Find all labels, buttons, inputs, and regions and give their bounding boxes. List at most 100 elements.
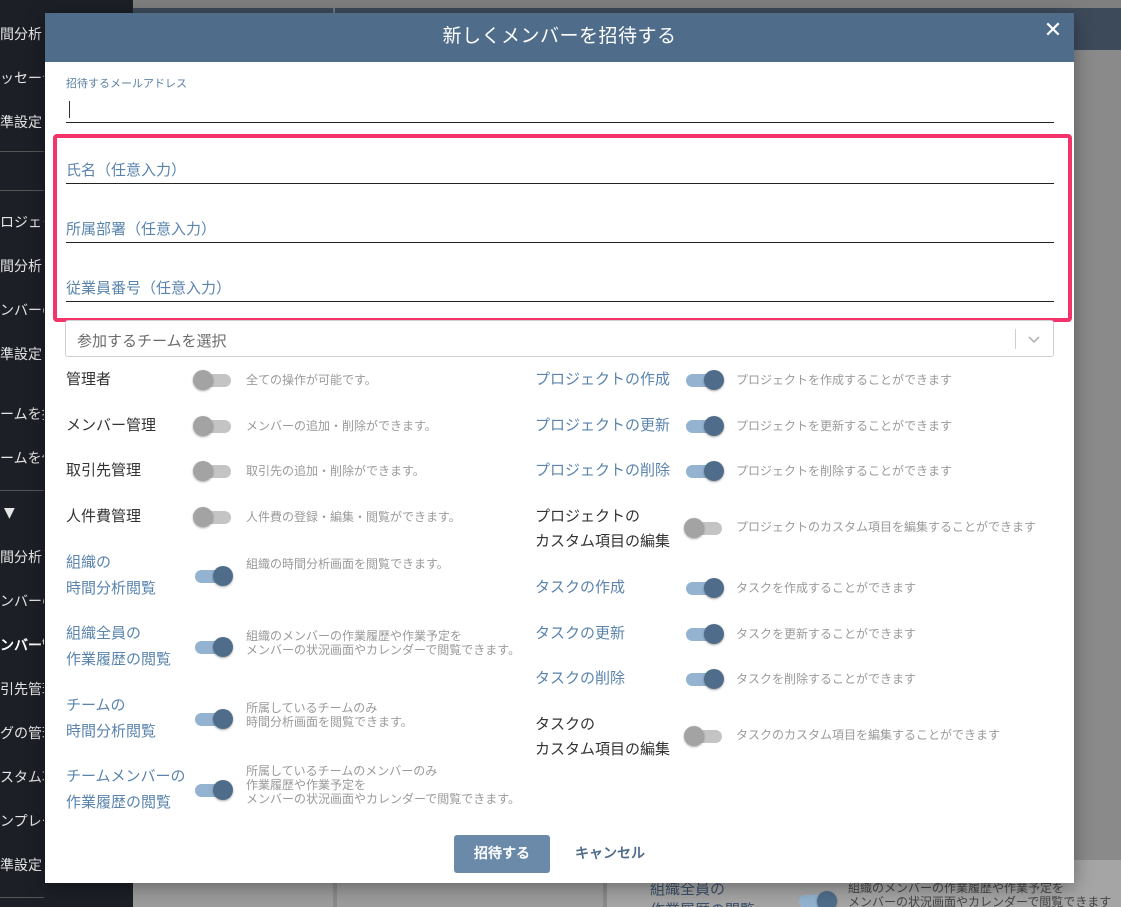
permission-description: タスクを更新することができます — [736, 627, 917, 641]
select-separator — [1015, 329, 1016, 349]
permission-description: 組織の時間分析画面を閲覧できます。 — [246, 557, 449, 571]
permission-toggle[interactable] — [684, 668, 724, 690]
permission-toggle[interactable] — [684, 623, 724, 645]
permission-description: タスクを削除することができます — [736, 672, 917, 686]
sidebar-item[interactable]: ▼ — [4, 505, 48, 521]
permission-description: タスクを作成することができます — [736, 581, 917, 595]
permission-toggle[interactable] — [193, 565, 233, 587]
permission-description: 人件費の登録・編集・閲覧ができます。 — [246, 510, 461, 524]
sidebar-divider — [0, 490, 44, 491]
permission-label: 取引先管理 — [66, 461, 142, 479]
toggle-knob — [193, 416, 213, 436]
sidebar-item[interactable]: 準設定 — [0, 112, 44, 132]
cancel-button[interactable]: キャンセル — [565, 835, 655, 873]
permission-toggle[interactable] — [193, 779, 233, 801]
sidebar-item[interactable]: 準設定 — [0, 344, 44, 364]
sidebar-divider — [0, 897, 44, 898]
chevron-down-icon[interactable] — [1025, 330, 1043, 348]
employee-number-input[interactable] — [66, 274, 1054, 302]
team-select[interactable]: 参加するチームを選択 — [65, 320, 1054, 357]
permission-label: タスクの — [535, 715, 596, 733]
permission-description: メンバーの状況画面やカレンダーで閲覧できます。 — [246, 792, 521, 806]
permission-toggle[interactable] — [193, 369, 233, 391]
text-caret — [69, 101, 70, 118]
permission-description: 組織のメンバーの作業履歴や作業予定を — [246, 629, 463, 643]
permission-label: タスクの更新 — [535, 624, 626, 642]
sidebar-item[interactable]: 間分析 — [0, 256, 44, 276]
modal-header: 新しくメンバーを招待する — [45, 13, 1074, 62]
toggle-knob — [213, 637, 233, 657]
name-input[interactable] — [66, 156, 1054, 184]
toggle-knob — [704, 669, 724, 689]
permission-label: 組織の — [66, 553, 112, 571]
sidebar-item[interactable]: 間分析 — [0, 24, 44, 44]
toggle-knob — [684, 518, 704, 538]
department-input[interactable] — [66, 215, 1054, 243]
toggle-knob — [213, 780, 233, 800]
invite-button[interactable]: 招待する — [454, 835, 550, 873]
sidebar-item[interactable]: 準設定 — [0, 855, 44, 875]
sidebar-divider — [0, 190, 44, 191]
sidebar-item[interactable]: 引先管理 — [0, 679, 44, 699]
sidebar-item[interactable]: ンバーの — [0, 591, 44, 611]
sidebar-divider — [0, 151, 44, 152]
toggle-knob — [704, 461, 724, 481]
permission-description: 所属しているチームのみ — [246, 701, 378, 715]
permission-toggle[interactable] — [684, 460, 724, 482]
close-icon[interactable]: ✕ — [1042, 19, 1064, 43]
permission-toggle[interactable] — [193, 636, 233, 658]
permission-label: チームメンバーの — [66, 767, 186, 785]
bg-permission-desc: 組織のメンバーの作業履歴や作業予定を メンバーの状況画面やカレンダーで閲覧できま… — [848, 881, 1112, 907]
permission-label: 作業履歴の閲覧 — [66, 650, 172, 668]
permission-toggle[interactable] — [684, 517, 724, 539]
permission-label: カスタム項目の編集 — [535, 532, 671, 550]
permission-description: 全ての操作が可能です。 — [246, 373, 377, 387]
permission-label: 時間分析閲覧 — [66, 722, 157, 740]
toggle-knob — [193, 461, 213, 481]
permission-label: 組織全員の — [66, 624, 142, 642]
bg-toggle[interactable] — [797, 890, 837, 907]
permission-toggle[interactable] — [193, 506, 233, 528]
permission-toggle[interactable] — [193, 415, 233, 437]
permission-toggle[interactable] — [193, 708, 233, 730]
permission-label: 時間分析閲覧 — [66, 579, 157, 597]
sidebar-item[interactable]: ンバー管 — [0, 635, 44, 655]
permission-toggle[interactable] — [193, 460, 233, 482]
permission-toggle[interactable] — [684, 725, 724, 747]
sidebar-item[interactable]: ロジェクト — [0, 212, 44, 232]
email-label: 招待するメールアドレス — [66, 77, 187, 90]
permission-toggle[interactable] — [684, 415, 724, 437]
toggle-knob — [193, 370, 213, 390]
sidebar-item[interactable]: グの管理 — [0, 723, 44, 743]
sidebar-item[interactable]: ンプレー — [0, 811, 44, 831]
permission-label: タスクの削除 — [535, 669, 626, 687]
sidebar-item[interactable]: 間分析 — [0, 547, 44, 567]
permission-label: プロジェクトの — [535, 507, 641, 525]
sidebar-item[interactable]: ンバーの — [0, 300, 44, 320]
permission-label: カスタム項目の編集 — [535, 740, 671, 758]
permission-description: プロジェクトのカスタム項目を編集することができます — [736, 520, 1037, 534]
sidebar-item[interactable]: スタム項 — [0, 767, 44, 787]
toggle-knob — [704, 578, 724, 598]
invite-member-modal: 新しくメンバーを招待する ✕ 招待するメールアドレス 参加するチームを選択 管理… — [45, 13, 1074, 883]
email-input[interactable] — [66, 95, 1054, 123]
permission-description: タスクのカスタム項目を編集することができます — [736, 728, 1001, 742]
sidebar-item[interactable]: ッセージ — [0, 68, 44, 88]
permission-label: プロジェクトの更新 — [535, 416, 671, 434]
permission-toggle[interactable] — [684, 577, 724, 599]
permission-label: 作業履歴の閲覧 — [66, 793, 172, 811]
permission-label: プロジェクトの削除 — [535, 461, 671, 479]
sidebar-item[interactable]: ームを作 — [0, 448, 44, 468]
permission-label: チームの — [66, 696, 126, 714]
permission-label: タスクの作成 — [535, 578, 626, 596]
toggle-knob — [193, 507, 213, 527]
toggle-knob — [704, 416, 724, 436]
sidebar-item[interactable]: ームを探 — [0, 404, 44, 424]
permission-description: 取引先の追加・削除ができます。 — [246, 464, 425, 478]
toggle-knob — [684, 726, 704, 746]
permission-description: プロジェクトを更新することができます — [736, 419, 953, 433]
permission-description: メンバーの追加・削除ができます。 — [246, 419, 437, 433]
permission-label: メンバー管理 — [66, 416, 157, 434]
permission-toggle[interactable] — [684, 369, 724, 391]
permission-description: 所属しているチームのメンバーのみ — [246, 764, 438, 778]
